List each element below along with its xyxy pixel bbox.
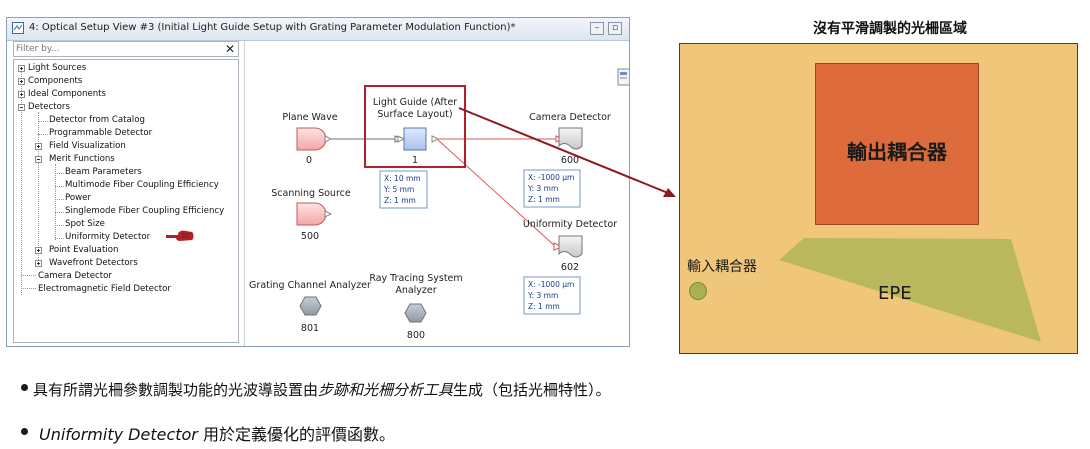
incoupler-region [689, 282, 707, 300]
bullet-dot [21, 428, 28, 435]
bullet-dot [21, 384, 28, 391]
epe-region [779, 238, 1041, 342]
bullet-1-emphasis: 步跡和光柵分析工具 [318, 381, 454, 399]
grating-region-diagram: 輸出耦合器 EPE 輸入耦合器 [679, 43, 1078, 354]
incoupler-label: 輸入耦合器 [687, 259, 757, 275]
bullet-text-2: Uniformity Detector 用於定義優化的評價函數。 [39, 425, 395, 444]
epe-label: EPE [878, 283, 912, 304]
bullet-text-1: 具有所謂光柵參數調製功能的光波導設置由步跡和光柵分析工具生成（包括光柵特性）。 [33, 381, 611, 399]
diagram-title: 沒有平滑調製的光柵區域 [813, 21, 967, 37]
bullet-2-emphasis: Uniformity Detector [39, 425, 198, 444]
